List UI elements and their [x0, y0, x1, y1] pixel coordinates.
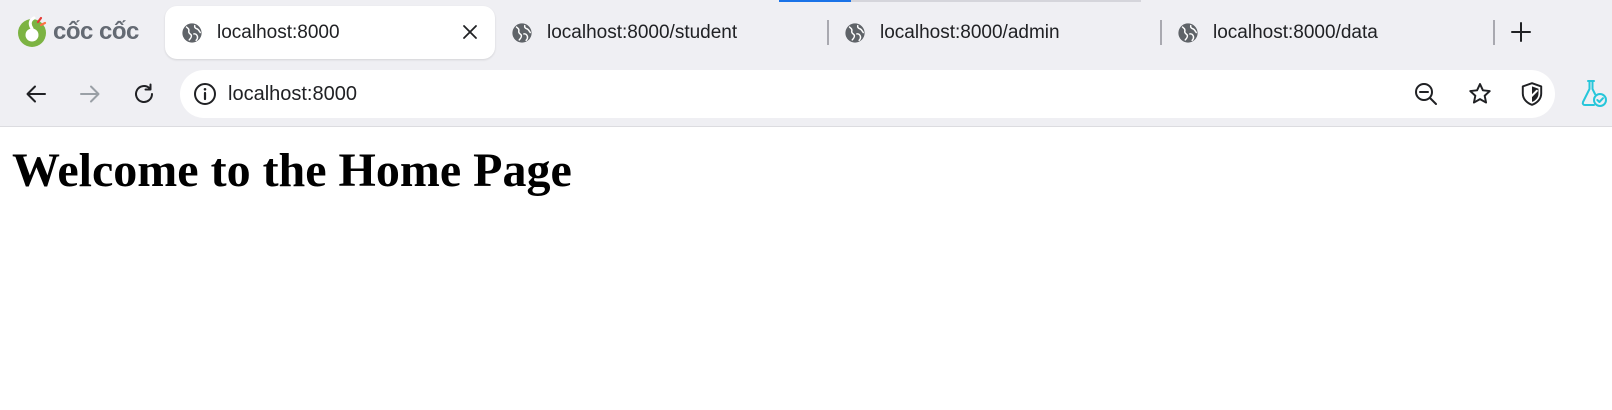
zoom-out-icon[interactable] [1412, 80, 1440, 108]
page-content: Welcome to the Home Page [0, 126, 1612, 410]
address-bar[interactable]: localhost:8000 [180, 70, 1555, 118]
tab-title: localhost:8000/admin [880, 21, 1060, 43]
globe-icon [181, 22, 203, 44]
back-arrow-icon [26, 85, 46, 103]
coccoc-logo-icon [16, 16, 48, 48]
navigation-toolbar: localhost:8000 [0, 62, 1612, 126]
extension-flask-icon [1581, 80, 1607, 107]
url-text[interactable]: localhost:8000 [228, 83, 357, 106]
globe-icon [844, 22, 866, 44]
tab-title: localhost:8000/data [1213, 21, 1378, 43]
reload-icon [135, 83, 153, 103]
tab-title: localhost:8000 [217, 21, 340, 43]
globe-icon [1177, 22, 1199, 44]
tab-strip: cốc cốc localhost:8000 localhost:8000/st… [0, 0, 1612, 62]
tab-data[interactable]: localhost:8000/data [1161, 6, 1491, 59]
new-tab-button[interactable] [1507, 18, 1535, 46]
site-info-icon[interactable] [192, 81, 218, 107]
forward-arrow-icon [80, 85, 100, 103]
browser-chrome: cốc cốc localhost:8000 localhost:8000/st… [0, 0, 1612, 126]
tab-student[interactable]: localhost:8000/student [495, 6, 825, 59]
tab-loading-indicator [779, 0, 851, 2]
tab-home[interactable]: localhost:8000 [165, 6, 495, 59]
star-icon[interactable] [1466, 80, 1494, 108]
tab-title: localhost:8000/student [547, 21, 738, 43]
browser-logo[interactable]: cốc cốc [16, 14, 139, 50]
forward-button[interactable] [72, 76, 108, 112]
tab-admin[interactable]: localhost:8000/admin [828, 6, 1158, 59]
tab-loading-track [851, 0, 1141, 2]
back-button[interactable] [18, 76, 54, 112]
plus-icon [1511, 22, 1531, 42]
page-heading: Welcome to the Home Page [12, 144, 572, 197]
shield-icon[interactable] [1518, 80, 1546, 108]
extension-button[interactable] [1577, 76, 1609, 110]
tab-separator [1493, 20, 1495, 45]
browser-logo-text: cốc cốc [53, 18, 139, 45]
close-tab-icon[interactable] [459, 21, 481, 43]
reload-button[interactable] [126, 76, 162, 112]
globe-icon [511, 22, 533, 44]
